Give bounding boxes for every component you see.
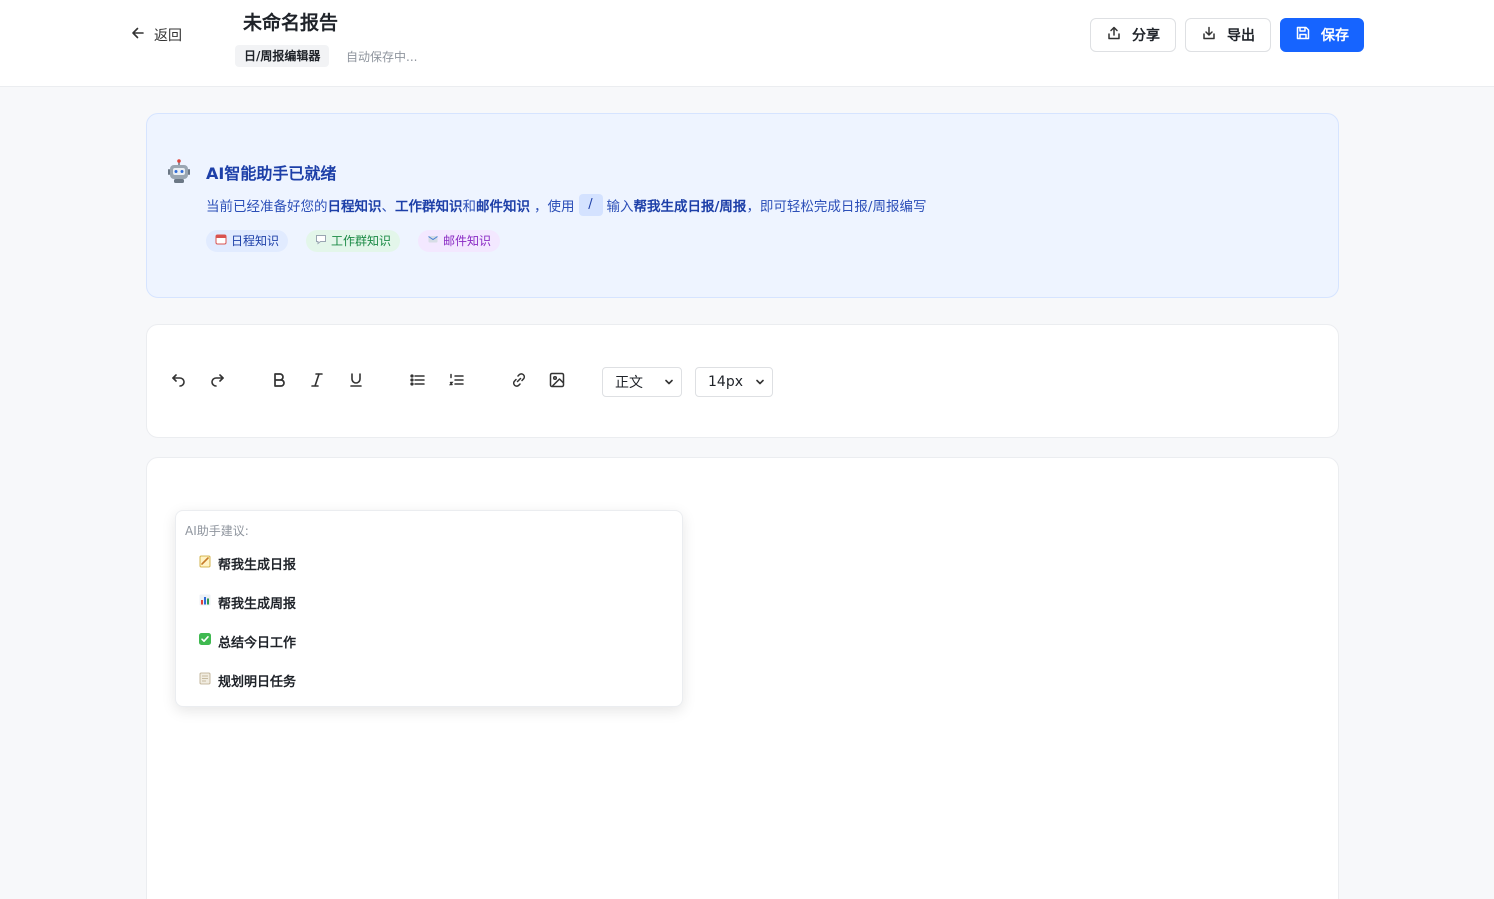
- desc-text: 输入: [606, 199, 634, 215]
- suggestion-summarize-today[interactable]: 总结今日工作: [198, 629, 668, 653]
- slash-command-chip: /: [578, 194, 603, 216]
- editor-type-badge: 日/周报编辑器: [235, 45, 330, 67]
- editor-content-area[interactable]: AI助手建议: 帮我生成日报 帮我生成周报 总结今日工作 规划明日任务: [146, 457, 1339, 899]
- suggestion-title: AI助手建议:: [185, 524, 249, 538]
- bullet-list-icon: [409, 371, 427, 393]
- desc-highlight: 日程知识: [327, 199, 382, 215]
- desc-text: ，使用: [534, 199, 575, 215]
- bullet-list-button[interactable]: [407, 371, 429, 393]
- select-value: 正文: [615, 375, 643, 391]
- italic-icon: [308, 371, 326, 393]
- chevron-down-icon: [663, 376, 675, 388]
- share-label: 分享: [1132, 28, 1160, 44]
- undo-button[interactable]: [167, 371, 189, 393]
- paragraph-style-select[interactable]: 正文: [602, 367, 682, 397]
- italic-button[interactable]: [306, 371, 328, 393]
- ai-assistant-banner: AI智能助手已就绪 当前已经准备好您的 日程知识 、 工作群知识 和 邮件知识 …: [146, 113, 1339, 298]
- bar-chart-icon: [198, 593, 212, 611]
- autosave-status: 自动保存中...: [346, 50, 418, 64]
- underline-button[interactable]: [345, 371, 367, 393]
- calendar-knowledge-chip[interactable]: 日程知识: [206, 230, 289, 252]
- suggestion-label: 帮我生成周报: [218, 596, 297, 612]
- chip-label: 工作群知识: [331, 234, 392, 248]
- redo-icon: [209, 371, 227, 393]
- mail-knowledge-chip[interactable]: 邮件知识: [418, 230, 501, 252]
- back-button[interactable]: 返回: [130, 22, 182, 48]
- ai-banner-title: AI智能助手已就绪: [206, 164, 337, 183]
- arrow-left-icon: [130, 25, 146, 45]
- desc-text: 、: [381, 199, 396, 215]
- ordered-list-icon: [448, 371, 466, 393]
- select-value: 14px: [708, 374, 743, 390]
- image-icon: [548, 371, 566, 393]
- robot-icon: [165, 158, 193, 186]
- ai-banner-description: 当前已经准备好您的 日程知识 、 工作群知识 和 邮件知识 ，使用 / 输入 帮…: [206, 194, 927, 216]
- desc-text: 当前已经准备好您的: [206, 199, 328, 215]
- ordered-list-button[interactable]: [446, 371, 468, 393]
- desc-text: ，即可轻松完成日报/周报编写: [746, 199, 927, 215]
- desc-highlight: 工作群知识: [395, 199, 463, 215]
- suggestion-plan-tomorrow[interactable]: 规划明日任务: [198, 668, 668, 692]
- memo-icon: [198, 554, 212, 572]
- mail-icon: [427, 230, 439, 252]
- suggestion-daily-report[interactable]: 帮我生成日报: [198, 551, 668, 575]
- suggestion-label: 帮我生成日报: [218, 557, 297, 573]
- chevron-down-icon: [754, 376, 766, 388]
- bold-icon: [270, 371, 288, 393]
- suggestion-label: 规划明日任务: [218, 674, 297, 690]
- desc-highlight: 邮件知识: [476, 199, 530, 215]
- redo-button[interactable]: [207, 371, 229, 393]
- image-button[interactable]: [546, 371, 568, 393]
- top-header: 返回 未命名报告 日/周报编辑器 自动保存中... 分享 导出 保存: [0, 0, 1494, 87]
- notepad-icon: [198, 671, 212, 689]
- link-button[interactable]: [508, 371, 530, 393]
- desc-highlight: 帮我生成日报/周报: [633, 199, 747, 215]
- desc-text: 和: [462, 199, 477, 215]
- save-button[interactable]: 保存: [1280, 18, 1364, 52]
- share-icon: [1106, 25, 1122, 45]
- group-knowledge-chip[interactable]: 工作群知识: [306, 230, 401, 252]
- suggestion-label: 总结今日工作: [218, 635, 297, 651]
- link-icon: [510, 371, 528, 393]
- calendar-icon: [215, 230, 227, 252]
- suggestion-weekly-report[interactable]: 帮我生成周报: [198, 590, 668, 614]
- undo-icon: [169, 371, 187, 393]
- speech-bubble-icon: [315, 230, 327, 252]
- underline-icon: [347, 371, 365, 393]
- download-icon: [1201, 25, 1217, 45]
- check-box-icon: [198, 632, 212, 650]
- save-label: 保存: [1321, 28, 1349, 44]
- page-title[interactable]: 未命名报告: [243, 8, 338, 35]
- back-label: 返回: [154, 28, 182, 44]
- editor-toolbar: 正文 14px: [146, 324, 1339, 438]
- ai-suggestion-popup: AI助手建议: 帮我生成日报 帮我生成周报 总结今日工作 规划明日任务: [175, 510, 683, 707]
- bold-button[interactable]: [268, 371, 290, 393]
- chip-label: 日程知识: [231, 234, 280, 248]
- export-button[interactable]: 导出: [1185, 18, 1271, 52]
- export-label: 导出: [1227, 28, 1255, 44]
- chip-label: 邮件知识: [443, 234, 492, 248]
- font-size-select[interactable]: 14px: [695, 367, 773, 397]
- floppy-disk-icon: [1295, 25, 1311, 45]
- share-button[interactable]: 分享: [1090, 18, 1176, 52]
